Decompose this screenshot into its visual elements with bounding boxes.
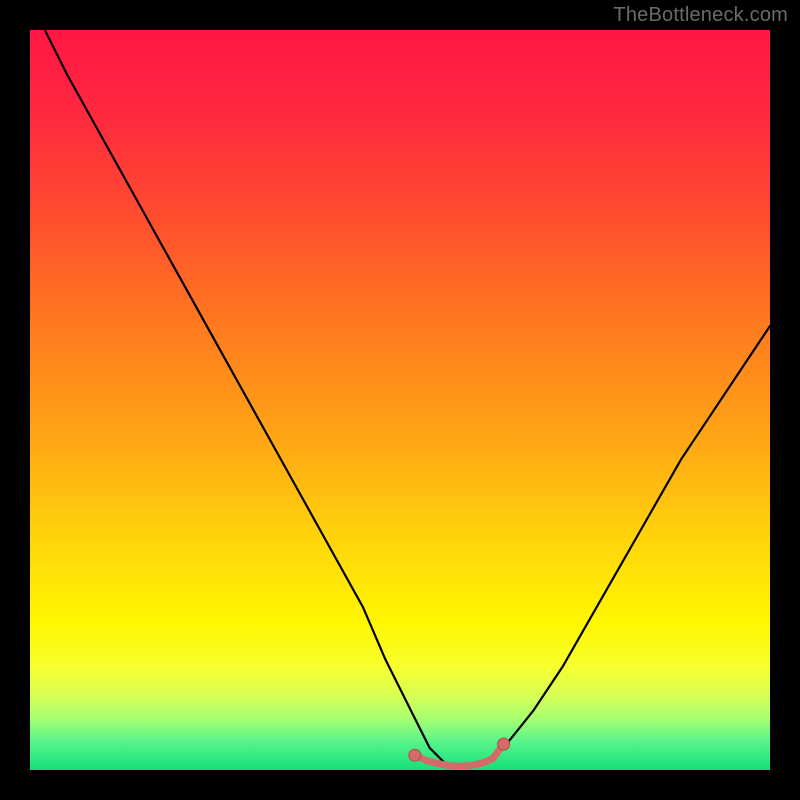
watermark-text: TheBottleneck.com	[613, 4, 788, 27]
plot-area	[30, 30, 770, 770]
gradient-background	[30, 30, 770, 770]
chart-svg	[30, 30, 770, 770]
chart-root: TheBottleneck.com	[0, 0, 800, 800]
optimal-range-endpoint	[409, 749, 421, 761]
optimal-range-endpoint	[498, 738, 510, 750]
